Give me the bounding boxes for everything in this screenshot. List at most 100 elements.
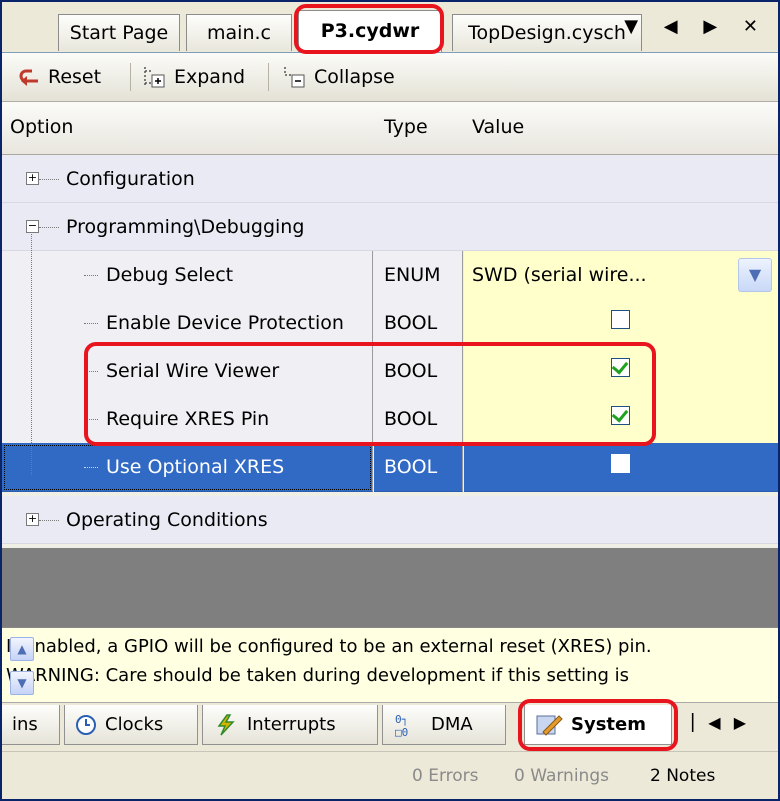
collapse-label: Collapse bbox=[314, 66, 395, 88]
value-cell bbox=[464, 395, 778, 444]
tab-pins[interactable]: ins bbox=[2, 705, 60, 745]
value-cell bbox=[464, 347, 778, 396]
svg-text:□0: □0 bbox=[395, 726, 408, 738]
description-line-2: WARNING: Care should be taken during dev… bbox=[6, 665, 630, 686]
toolbar-separator bbox=[130, 63, 131, 91]
category-row-configuration[interactable]: + Configuration bbox=[2, 155, 778, 203]
tree-line bbox=[84, 419, 98, 420]
property-row-require-xres-pin[interactable]: Require XRES Pin BOOL bbox=[2, 395, 778, 444]
grid-header: Option Type Value bbox=[2, 102, 778, 155]
description-panel: If enabled, a GPIO will be configured to… bbox=[2, 627, 778, 704]
tree-line bbox=[39, 227, 59, 228]
dropdown-value: SWD (serial wire... bbox=[472, 264, 647, 286]
tab-scroll-controls[interactable]: ▼ ◀ ▶ ✕ bbox=[624, 16, 768, 37]
tab-clocks[interactable]: Clocks bbox=[64, 705, 198, 745]
tab-scroll-arrows[interactable]: ▏◀ ▶ bbox=[692, 713, 750, 732]
tree-line bbox=[84, 371, 98, 372]
type-label: ENUM bbox=[384, 264, 441, 286]
bottom-tab-strip: ins Clocks Interrupts 0┐ □0 DMA System ▏◀… bbox=[2, 702, 778, 751]
scroll-down-icon[interactable]: ▼ bbox=[10, 671, 34, 695]
option-cell: Enable Device Protection bbox=[2, 299, 373, 348]
errors-count[interactable]: 0 Errors bbox=[412, 766, 479, 786]
header-type[interactable]: Type bbox=[384, 116, 428, 138]
option-label: Use Optional XRES bbox=[106, 456, 285, 478]
tree-line bbox=[39, 520, 59, 521]
tab-interrupts[interactable]: Interrupts bbox=[202, 705, 378, 745]
tab-start-page[interactable]: Start Page bbox=[58, 14, 180, 51]
option-label: Debug Select bbox=[106, 264, 234, 286]
expand-plus-icon[interactable]: + bbox=[26, 513, 39, 526]
option-label: Enable Device Protection bbox=[106, 312, 344, 334]
use-optional-xres-checkbox[interactable] bbox=[611, 454, 630, 473]
collapse-icon bbox=[284, 67, 305, 88]
tab-dma[interactable]: 0┐ □0 DMA bbox=[382, 705, 506, 745]
property-row-enable-device-protection[interactable]: Enable Device Protection BOOL bbox=[2, 299, 778, 348]
chevron-down-icon[interactable]: ▼ bbox=[738, 258, 772, 292]
toolbar-separator bbox=[268, 63, 269, 91]
tab-label: ins bbox=[12, 713, 38, 735]
clock-icon bbox=[76, 714, 96, 735]
collapse-button[interactable]: Collapse bbox=[282, 61, 395, 93]
category-row-operating-conditions[interactable]: + Operating Conditions bbox=[2, 496, 778, 544]
interrupt-icon bbox=[217, 713, 235, 736]
tab-label: main.c bbox=[207, 22, 271, 44]
header-option[interactable]: Option bbox=[10, 116, 73, 138]
reset-button[interactable]: Reset bbox=[18, 61, 101, 93]
type-cell: BOOL bbox=[374, 395, 463, 444]
tree-line bbox=[84, 275, 98, 276]
tab-topdesign[interactable]: TopDesign.cysch bbox=[452, 14, 642, 51]
expand-plus-icon[interactable]: + bbox=[26, 172, 39, 185]
scroll-up-icon[interactable]: ▲ bbox=[10, 637, 34, 661]
property-row-debug-select[interactable]: Debug Select ENUM SWD (serial wire... ▼ bbox=[2, 251, 778, 300]
system-icon bbox=[536, 714, 563, 736]
description-scrollbar[interactable]: ▲ ▼ bbox=[6, 631, 34, 699]
grid-empty-area bbox=[2, 548, 778, 627]
require-xres-pin-checkbox[interactable] bbox=[611, 405, 630, 425]
type-cell: BOOL bbox=[374, 299, 463, 348]
tab-label: System bbox=[571, 713, 646, 735]
expand-button[interactable]: Expand bbox=[142, 61, 245, 93]
option-cell: Serial Wire Viewer bbox=[2, 347, 373, 396]
tree-line bbox=[39, 179, 59, 180]
type-label: BOOL bbox=[384, 408, 438, 430]
expand-label: Expand bbox=[174, 66, 246, 88]
option-label: Serial Wire Viewer bbox=[106, 360, 280, 382]
notes-count[interactable]: 2 Notes bbox=[650, 766, 715, 786]
value-cell bbox=[464, 299, 778, 348]
tab-main-c[interactable]: main.c bbox=[186, 14, 292, 51]
option-cell: Debug Select bbox=[2, 251, 373, 300]
tab-label: Start Page bbox=[69, 22, 169, 44]
category-label: Programming\Debugging bbox=[66, 216, 305, 238]
svg-text:0┐: 0┐ bbox=[395, 713, 408, 726]
tab-label: DMA bbox=[431, 713, 473, 735]
cydwr-editor-window: Start Page main.c P3.cydwr TopDesign.cys… bbox=[0, 0, 780, 801]
type-label: BOOL bbox=[384, 312, 438, 334]
tab-label: TopDesign.cysch bbox=[468, 22, 626, 44]
category-label: Configuration bbox=[66, 168, 195, 190]
tab-system[interactable]: System bbox=[524, 705, 672, 745]
tab-label: Interrupts bbox=[247, 713, 336, 735]
property-row-serial-wire-viewer[interactable]: Serial Wire Viewer BOOL bbox=[2, 347, 778, 396]
category-row-programming-debugging[interactable]: − Programming\Debugging bbox=[2, 203, 778, 251]
tree-line bbox=[84, 467, 98, 468]
type-label: BOOL bbox=[384, 360, 438, 382]
warnings-count[interactable]: 0 Warnings bbox=[514, 766, 609, 786]
collapse-minus-icon[interactable]: − bbox=[26, 220, 39, 233]
checkmark-icon bbox=[611, 405, 629, 423]
value-cell bbox=[464, 443, 778, 492]
property-row-use-optional-xres[interactable]: Use Optional XRES BOOL bbox=[2, 443, 778, 492]
reset-label: Reset bbox=[48, 66, 102, 88]
option-label: Require XRES Pin bbox=[106, 408, 270, 430]
header-value[interactable]: Value bbox=[472, 116, 524, 138]
dma-icon: 0┐□0 bbox=[395, 713, 408, 738]
serial-wire-viewer-checkbox[interactable] bbox=[611, 357, 630, 377]
checkmark-icon bbox=[611, 357, 629, 375]
reset-icon bbox=[19, 69, 38, 86]
type-cell: BOOL bbox=[374, 347, 463, 396]
enable-device-protection-checkbox[interactable] bbox=[611, 310, 630, 329]
tab-p3-cydwr[interactable]: P3.cydwr bbox=[298, 10, 442, 52]
tab-label: P3.cydwr bbox=[320, 20, 420, 42]
option-cell: Use Optional XRES bbox=[2, 443, 373, 492]
type-cell: BOOL bbox=[374, 443, 463, 492]
debug-select-dropdown[interactable]: SWD (serial wire... ▼ bbox=[464, 251, 778, 300]
